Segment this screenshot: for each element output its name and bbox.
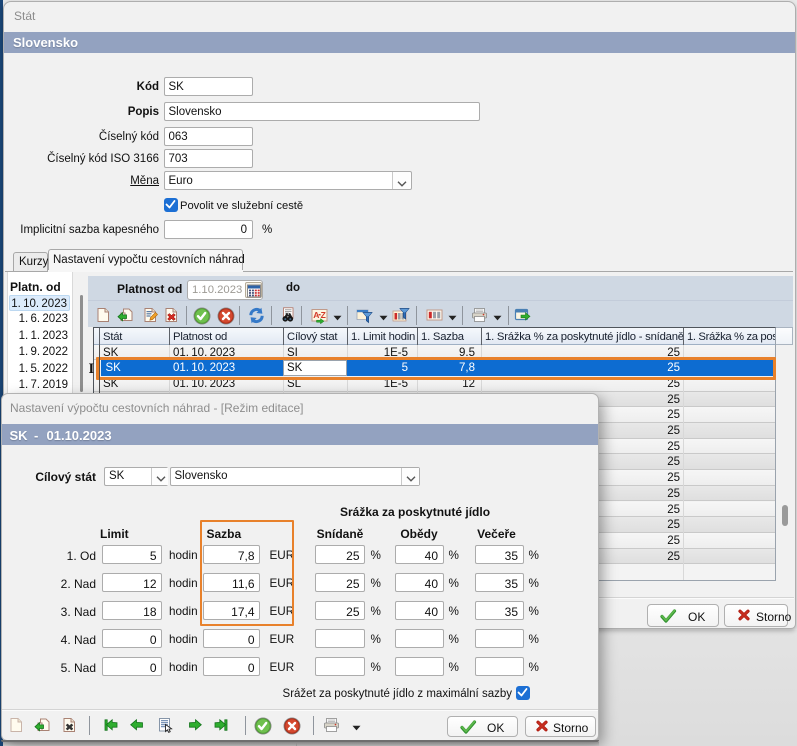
svg-text:A: A bbox=[313, 310, 319, 320]
svg-text:Z: Z bbox=[321, 310, 326, 320]
